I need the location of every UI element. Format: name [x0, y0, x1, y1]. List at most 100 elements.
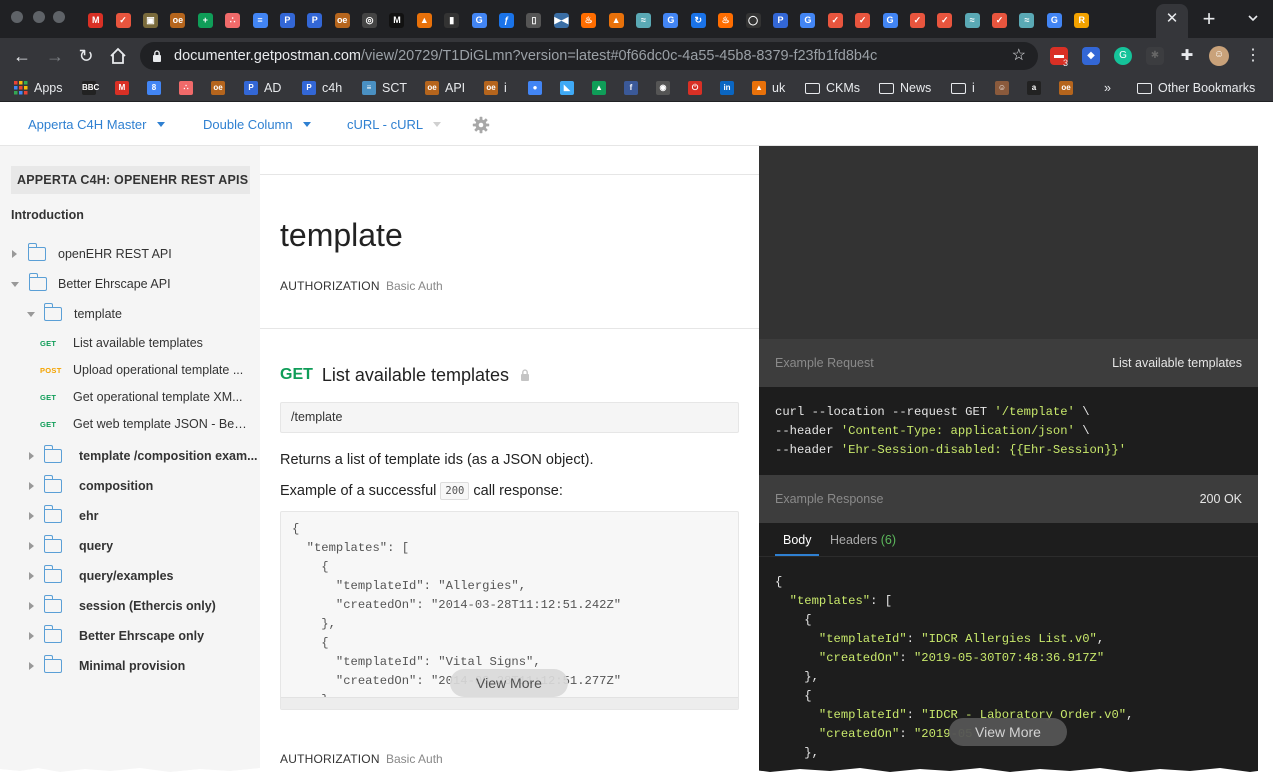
extension-grammarly-icon[interactable]: G	[1114, 47, 1132, 65]
pinned-tab[interactable]: ▲	[411, 9, 438, 31]
sidebar-request[interactable]: GET Get operational template XM...	[40, 388, 250, 406]
pinned-tab[interactable]: ≈	[959, 9, 986, 31]
pinned-tab[interactable]: ≈	[1013, 9, 1040, 31]
pinned-tab[interactable]: oe	[164, 9, 191, 31]
bookmark-item[interactable]: ⏻	[688, 79, 702, 97]
sidebar-folder[interactable]: session (Ethercis only)	[29, 595, 216, 617]
reload-button[interactable]: ↻	[75, 45, 97, 67]
pinned-tab[interactable]: ▮	[438, 9, 465, 31]
address-bar[interactable]: documenter.getpostman.com/view/20729/T1D…	[140, 42, 1038, 70]
bookmark-item[interactable]: oe	[211, 79, 225, 97]
pinned-tab[interactable]: +	[192, 9, 219, 31]
bookmark-item[interactable]: oe	[1059, 79, 1073, 97]
sidebar-item-introduction[interactable]: Introduction	[11, 208, 84, 222]
bookmark-item[interactable]: ◉	[656, 79, 670, 97]
pinned-tab[interactable]: G	[794, 9, 821, 31]
browser-menu-icon[interactable]: ⋮	[1245, 47, 1261, 65]
example-request-name[interactable]: List available templates	[1112, 355, 1242, 371]
pinned-tab[interactable]: P	[301, 9, 328, 31]
bookmark-item[interactable]: f	[624, 79, 638, 97]
sidebar-folder[interactable]: ehr	[29, 505, 98, 527]
bookmark-item[interactable]: News	[879, 79, 931, 97]
language-dropdown[interactable]: cURL - cURL	[347, 117, 442, 133]
bookmark-item[interactable]: Pc4h	[302, 79, 342, 97]
sidebar-folder-template[interactable]: template	[27, 303, 122, 325]
bookmark-item[interactable]: ∴	[179, 79, 193, 97]
sidebar-request[interactable]: GET Get web template JSON - Bett...	[40, 415, 250, 433]
bookmark-item[interactable]: Apps	[14, 79, 63, 97]
home-icon[interactable]	[107, 45, 129, 67]
bookmark-item[interactable]: CKMs	[805, 79, 860, 97]
bookmark-item[interactable]: ▲	[592, 79, 606, 97]
pinned-tab[interactable]: ↻	[685, 9, 712, 31]
pinned-tab[interactable]: G	[465, 9, 492, 31]
bookmark-item[interactable]: ◣	[560, 79, 574, 97]
back-button[interactable]: ←	[11, 45, 33, 67]
pinned-tab[interactable]: ✓	[986, 9, 1013, 31]
forward-button[interactable]: →	[44, 45, 66, 67]
pinned-tab[interactable]: ≡	[246, 9, 273, 31]
window-close-button[interactable]	[11, 11, 23, 23]
request-url[interactable]: /template	[280, 402, 739, 433]
sidebar-request[interactable]: GET List available templates	[40, 334, 250, 352]
window-minimize-button[interactable]	[33, 11, 45, 23]
bookmark-item[interactable]: in	[720, 79, 734, 97]
pinned-tab[interactable]: ✓	[904, 9, 931, 31]
bookmark-item[interactable]: ☺	[995, 79, 1009, 97]
pinned-tab[interactable]: M	[82, 9, 109, 31]
bookmark-item[interactable]: i	[951, 79, 975, 97]
extension-dropbox-icon[interactable]: ◆	[1082, 47, 1100, 65]
pinned-tab[interactable]: G	[657, 9, 684, 31]
other-bookmarks-folder[interactable]: Other Bookmarks	[1137, 79, 1255, 97]
pinned-tab[interactable]: G	[1041, 9, 1068, 31]
bookmark-item[interactable]: 8	[147, 79, 161, 97]
pinned-tab[interactable]: G	[876, 9, 903, 31]
sidebar-folder[interactable]: Minimal provision	[29, 655, 185, 677]
tab-headers[interactable]: Headers (6)	[830, 532, 896, 548]
sidebar-folder[interactable]: query/examples	[29, 565, 174, 587]
bookmarks-overflow-button[interactable]: »	[1104, 79, 1111, 97]
pinned-tab[interactable]: ▣	[137, 9, 164, 31]
sidebar-folder[interactable]: Better Ehrscape only	[29, 625, 204, 647]
bookmark-item[interactable]: a	[1027, 79, 1041, 97]
pinned-tab[interactable]: ✓	[931, 9, 958, 31]
view-more-button[interactable]: View More	[949, 718, 1067, 746]
sidebar-folder[interactable]: composition	[29, 475, 153, 497]
pinned-tab[interactable]: P	[767, 9, 794, 31]
bookmark-item[interactable]: P AD	[244, 79, 281, 97]
pinned-tab[interactable]: ✓	[849, 9, 876, 31]
tab-body[interactable]: Body	[783, 532, 812, 548]
pinned-tab[interactable]: ▯	[520, 9, 547, 31]
sidebar-folder-openehr-rest-api[interactable]: openEHR REST API	[12, 243, 172, 265]
pinned-tab[interactable]: ≈	[630, 9, 657, 31]
new-tab-button[interactable]: +	[1198, 7, 1220, 31]
sidebar-request[interactable]: POST Upload operational template ...	[40, 361, 250, 379]
profile-avatar[interactable]: ☺	[1209, 46, 1229, 66]
extensions-puzzle-icon[interactable]: ✚	[1178, 47, 1196, 65]
layout-dropdown[interactable]: Double Column	[203, 117, 311, 133]
pinned-tab[interactable]: ▶◀	[548, 9, 575, 31]
sidebar-folder-better-ehrscape-api[interactable]: Better Ehrscape API	[11, 273, 171, 295]
gear-icon[interactable]	[472, 116, 490, 134]
pinned-tab[interactable]: ƒ	[493, 9, 520, 31]
pinned-tab[interactable]: M	[383, 9, 410, 31]
bookmark-item[interactable]: oe API	[425, 79, 465, 97]
pinned-tab[interactable]: oe	[329, 9, 356, 31]
pinned-tab[interactable]: ∴	[219, 9, 246, 31]
pinned-tab[interactable]: ◯	[739, 9, 766, 31]
close-tab-icon[interactable]: ✕	[1164, 10, 1180, 28]
bookmark-item[interactable]: M	[115, 79, 129, 97]
bookmark-item[interactable]: ≡ SCT	[362, 79, 407, 97]
bookmark-item[interactable]: ▲ uk	[752, 79, 785, 97]
extension-disabled-icon[interactable]: ✱	[1146, 47, 1164, 65]
collection-title[interactable]: APPERTA C4H: OPENEHR REST APIS	[11, 166, 250, 194]
pinned-tab[interactable]: ✓	[822, 9, 849, 31]
bookmark-item[interactable]: ●	[528, 79, 542, 97]
environment-dropdown[interactable]: Apperta C4H Master	[28, 117, 165, 133]
bookmark-star-icon[interactable]: ☆	[1012, 46, 1026, 66]
pinned-tab[interactable]: ◎	[356, 9, 383, 31]
pinned-tab[interactable]: R	[1068, 9, 1095, 31]
bookmark-item[interactable]: oe i	[484, 79, 507, 97]
view-more-button[interactable]: View More	[450, 669, 568, 697]
pinned-tab[interactable]: ♨	[575, 9, 602, 31]
